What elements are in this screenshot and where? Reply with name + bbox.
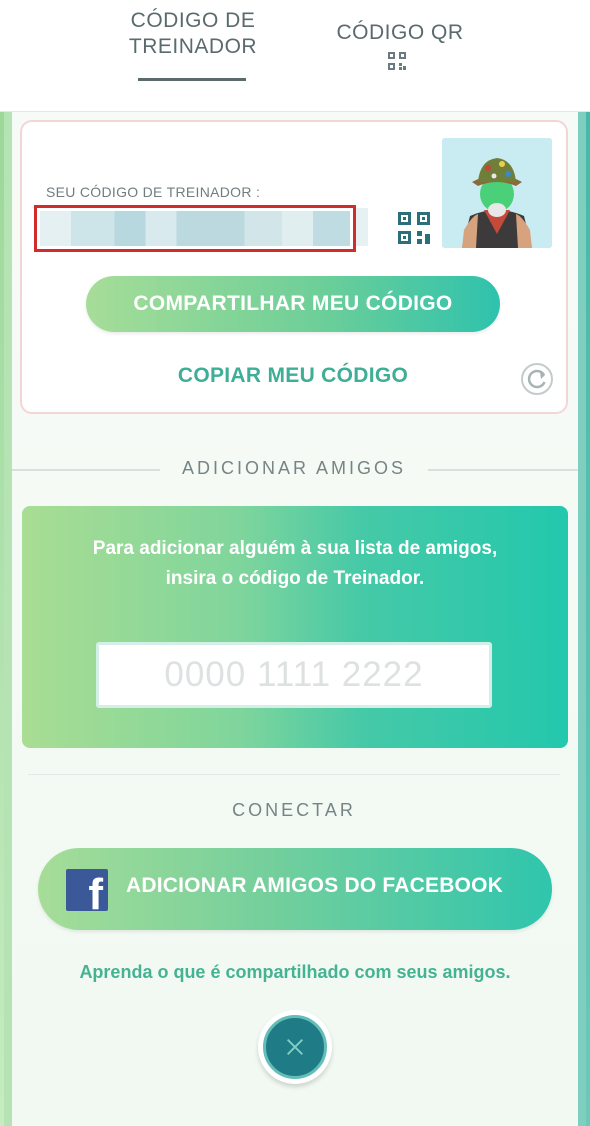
close-button-inner	[263, 1015, 327, 1079]
tab-trainer-code-line1: CÓDIGO DE	[130, 9, 256, 32]
divider-left	[12, 469, 160, 471]
qr-code-icon[interactable]	[398, 212, 430, 244]
add-friends-title: ADICIONAR AMIGOS	[181, 458, 407, 478]
trainer-code-input[interactable]	[96, 642, 492, 708]
trainer-code-label: SEU CÓDIGO DE TREINADOR :	[46, 184, 261, 200]
tab-qr-code-label: CÓDIGO QR	[336, 21, 464, 44]
tab-bar: CÓDIGO DE TREINADOR CÓDIGO QR	[0, 0, 590, 112]
copy-code-button[interactable]: COPIAR MEU CÓDIGO	[120, 364, 466, 394]
share-code-button[interactable]: COMPARTILHAR MEU CÓDIGO	[86, 276, 500, 332]
tab-trainer-code-line2: TREINADOR	[128, 35, 258, 58]
avatar	[442, 138, 552, 248]
divider-connect	[28, 774, 560, 775]
tab-trainer-code[interactable]: CÓDIGO DE TREINADOR	[118, 8, 268, 60]
close-button[interactable]	[258, 1010, 332, 1084]
divider-right	[428, 469, 578, 471]
qr-code-icon[interactable]	[388, 52, 406, 70]
connect-title: CONECTAR	[232, 800, 356, 820]
tab-qr-code[interactable]: CÓDIGO QR	[320, 20, 480, 46]
facebook-icon: f	[66, 869, 108, 911]
add-friends-instructions: Para adicionar alguém à sua lista de ami…	[92, 538, 498, 589]
refresh-icon[interactable]	[520, 362, 554, 396]
redacted-blocks	[40, 211, 350, 246]
redacted-tail	[356, 208, 368, 246]
trainer-avatar-image	[442, 138, 552, 248]
tab-selected-indicator	[138, 78, 246, 81]
facebook-friends-label[interactable]: ADICIONAR AMIGOS DO FACEBOOK	[126, 874, 536, 898]
learn-shared-link[interactable]: Aprenda o que é compartilhado com seus a…	[30, 962, 560, 983]
close-icon	[287, 1039, 303, 1055]
trainer-code-value-redacted	[34, 205, 356, 252]
